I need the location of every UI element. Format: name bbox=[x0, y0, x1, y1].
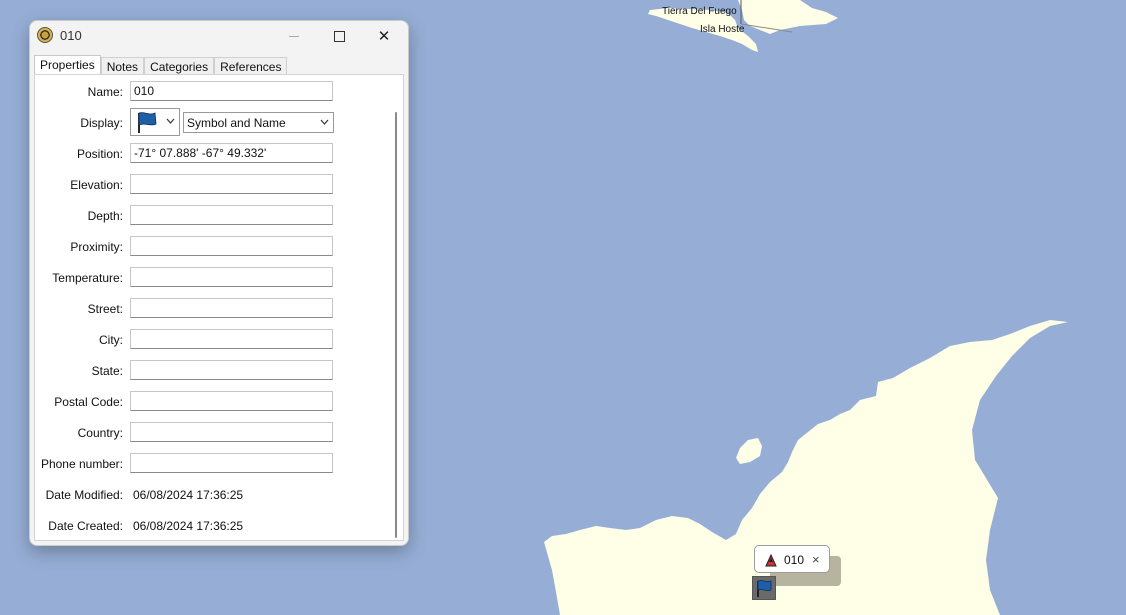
temperature-row: Temperature: bbox=[35, 267, 375, 289]
blue-flag-icon bbox=[138, 112, 157, 133]
depth-row: Depth: bbox=[35, 205, 375, 227]
depth-field[interactable] bbox=[130, 205, 333, 225]
date-modified-row: Date Modified: 06/08/2024 17:36:25 bbox=[35, 484, 375, 506]
elevation-label: Elevation: bbox=[70, 178, 123, 192]
close-button[interactable]: ✕ bbox=[362, 21, 406, 51]
phone-field[interactable] bbox=[130, 453, 333, 473]
name-row: Name: bbox=[35, 81, 375, 103]
city-row: City: bbox=[35, 329, 375, 351]
date-created-value: 06/08/2024 17:36:25 bbox=[133, 519, 244, 533]
postal-code-label: Postal Code: bbox=[54, 395, 123, 409]
window-title: 010 bbox=[60, 28, 82, 43]
display-mode-value: Symbol and Name bbox=[187, 116, 286, 130]
position-row: Position: bbox=[35, 143, 375, 165]
map-label-isla-hoste: Isla Hoste bbox=[700, 24, 745, 35]
name-label: Name: bbox=[87, 85, 123, 99]
title-bar[interactable]: 010 ✕ bbox=[30, 21, 408, 51]
position-label: Position: bbox=[76, 147, 123, 161]
country-label: Country: bbox=[77, 426, 123, 440]
state-label: State: bbox=[91, 364, 123, 378]
date-modified-value: 06/08/2024 17:36:25 bbox=[133, 488, 244, 502]
close-icon: ✕ bbox=[377, 28, 391, 45]
maximize-button[interactable] bbox=[317, 21, 361, 51]
waypoint-marker[interactable] bbox=[752, 576, 776, 600]
minimize-button[interactable] bbox=[272, 21, 316, 51]
country-row: Country: bbox=[35, 422, 375, 444]
state-field[interactable] bbox=[130, 360, 333, 380]
waypoint-properties-window: 010 ✕ Properties Notes Categories Refere… bbox=[29, 20, 409, 546]
date-modified-label: Date Modified: bbox=[45, 488, 123, 502]
display-mode-dropdown[interactable]: Symbol and Name bbox=[183, 112, 334, 133]
elevation-row: Elevation: bbox=[35, 174, 375, 196]
elevation-field[interactable] bbox=[130, 174, 333, 194]
depth-label: Depth: bbox=[87, 209, 123, 223]
date-created-row: Date Created: 06/08/2024 17:36:25 bbox=[35, 515, 375, 537]
name-field[interactable] bbox=[130, 81, 333, 101]
waypoint-popup-icon bbox=[763, 552, 779, 571]
maximize-icon bbox=[333, 30, 345, 42]
proximity-field[interactable] bbox=[130, 236, 333, 256]
city-field[interactable] bbox=[130, 329, 333, 349]
chevron-down-icon bbox=[166, 118, 175, 124]
proximity-row: Proximity: bbox=[35, 236, 375, 258]
minimize-icon bbox=[289, 35, 299, 37]
waypoint-popup-label: 010 bbox=[784, 553, 805, 567]
proximity-label: Proximity: bbox=[70, 240, 123, 254]
tab-bar: Properties Notes Categories References bbox=[34, 55, 288, 76]
waypoint-popup[interactable]: 010 × bbox=[754, 545, 830, 573]
street-row: Street: bbox=[35, 298, 375, 320]
blue-flag-icon bbox=[757, 580, 772, 597]
display-label: Display: bbox=[80, 116, 123, 130]
country-field[interactable] bbox=[130, 422, 333, 442]
temperature-label: Temperature: bbox=[52, 271, 123, 285]
phone-row: Phone number: bbox=[35, 453, 375, 475]
properties-panel: Name: Display: Symbol and Name bbox=[34, 74, 404, 541]
app-icon bbox=[37, 27, 53, 43]
date-created-label: Date Created: bbox=[48, 519, 123, 533]
temperature-field[interactable] bbox=[130, 267, 333, 287]
tab-properties[interactable]: Properties bbox=[34, 55, 101, 76]
scrollbar-thumb[interactable] bbox=[395, 112, 397, 538]
chevron-down-icon bbox=[320, 119, 329, 125]
postal-code-field[interactable] bbox=[130, 391, 333, 411]
city-label: City: bbox=[99, 333, 123, 347]
street-field[interactable] bbox=[130, 298, 333, 318]
symbol-dropdown[interactable] bbox=[130, 108, 180, 136]
phone-label: Phone number: bbox=[40, 457, 123, 471]
vertical-scrollbar[interactable] bbox=[390, 83, 402, 538]
position-field[interactable] bbox=[130, 143, 333, 163]
state-row: State: bbox=[35, 360, 375, 382]
postal-code-row: Postal Code: bbox=[35, 391, 375, 413]
display-row: Display: Symbol and Name bbox=[35, 108, 375, 136]
map-label-tierra-del-fuego: Tierra Del Fuego bbox=[662, 6, 737, 17]
street-label: Street: bbox=[87, 302, 123, 316]
popup-close-icon[interactable]: × bbox=[812, 552, 820, 567]
